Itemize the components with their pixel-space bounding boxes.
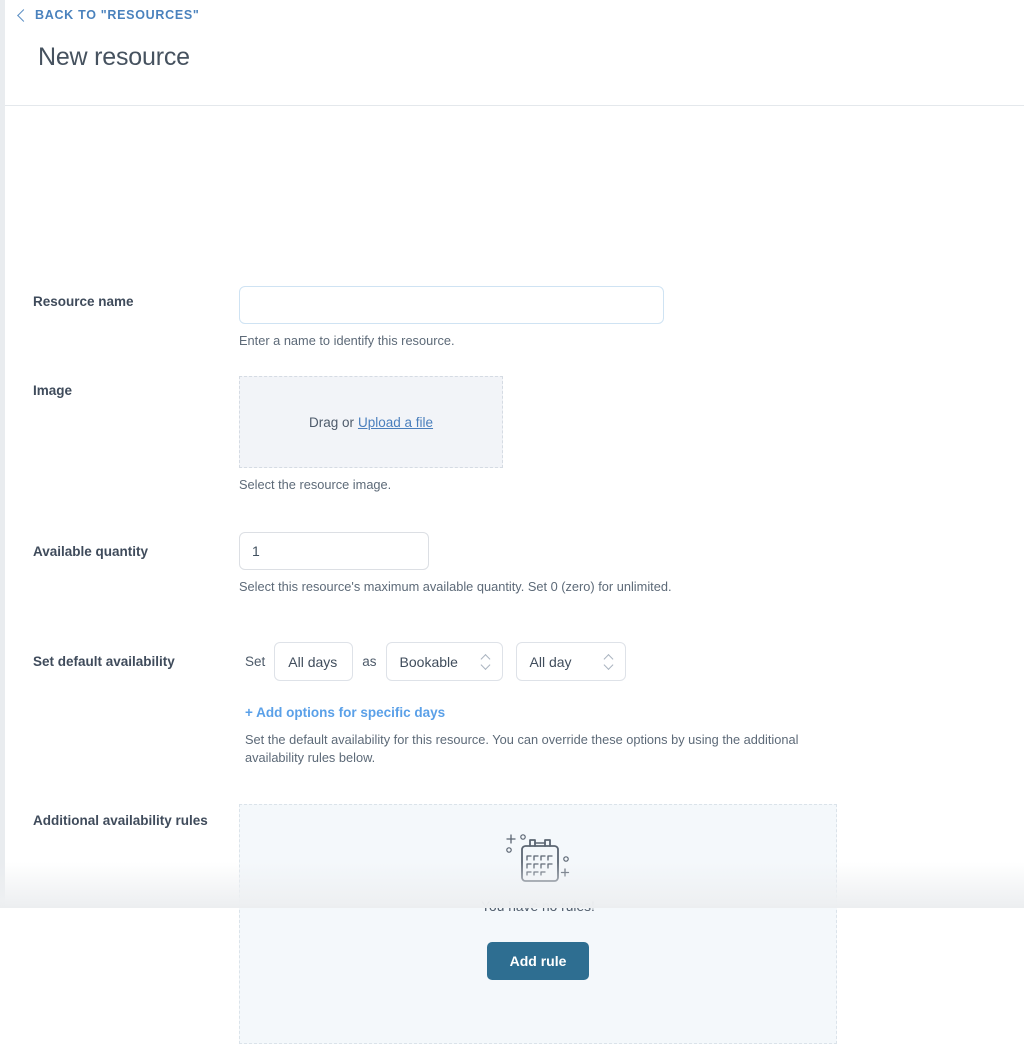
default-availability-help: Set the default availability for this re… — [245, 732, 799, 766]
image-help: Select the resource image. — [239, 477, 392, 492]
availability-time-select[interactable]: All day — [515, 642, 626, 681]
set-default-availability-label: Set default availability — [33, 654, 175, 669]
calendar-sparkle-icon — [501, 829, 575, 889]
back-to-resources-link[interactable]: BACK TO "RESOURCES" — [17, 8, 200, 22]
chevron-updown-icon — [480, 653, 491, 670]
dropzone-drag-text: Drag or — [308, 414, 354, 430]
resource-name-label: Resource name — [33, 294, 134, 309]
resource-name-help: Enter a name to identify this resource. — [239, 333, 455, 348]
additional-availability-rules-label: Additional availability rules — [33, 813, 208, 828]
add-rule-button[interactable]: Add rule — [486, 942, 590, 980]
chevron-left-icon — [17, 8, 30, 22]
image-dropzone[interactable]: Drag or Upload a file — [239, 376, 503, 468]
days-scope-value: All days — [288, 653, 338, 670]
set-word-label: Set — [245, 654, 266, 669]
available-quantity-input[interactable] — [239, 532, 429, 570]
upload-a-file-link[interactable]: Upload a file — [358, 415, 433, 430]
available-quantity-label: Available quantity — [33, 544, 149, 559]
availability-time-value: All day — [529, 653, 572, 670]
availability-status-select[interactable]: Bookable — [385, 642, 503, 681]
available-quantity-help: Select this resource's maximum available… — [239, 579, 672, 594]
availability-rules-empty-panel: You have no rules! Add rule — [239, 804, 837, 1044]
page-title: New resource — [38, 43, 190, 71]
chevron-updown-icon — [603, 653, 614, 670]
left-gutter-strip — [0, 0, 5, 908]
availability-status-value: Bookable — [399, 653, 458, 670]
image-label: Image — [33, 383, 73, 398]
empty-rules-message: You have no rules! — [481, 899, 595, 914]
default-availability-controls: Set All days as Bookable All day — [245, 642, 837, 681]
as-word-label: as — [362, 654, 377, 669]
page-container: BACK TO "RESOURCES" New resource Resourc… — [5, 0, 1024, 1044]
back-link-label: BACK TO "RESOURCES" — [35, 8, 200, 22]
days-scope-box[interactable]: All days — [274, 642, 354, 681]
add-options-for-specific-days-link[interactable]: + Add options for specific days — [245, 705, 445, 720]
resource-name-input[interactable] — [239, 286, 664, 324]
page-header: BACK TO "RESOURCES" New resource — [5, 0, 1024, 106]
